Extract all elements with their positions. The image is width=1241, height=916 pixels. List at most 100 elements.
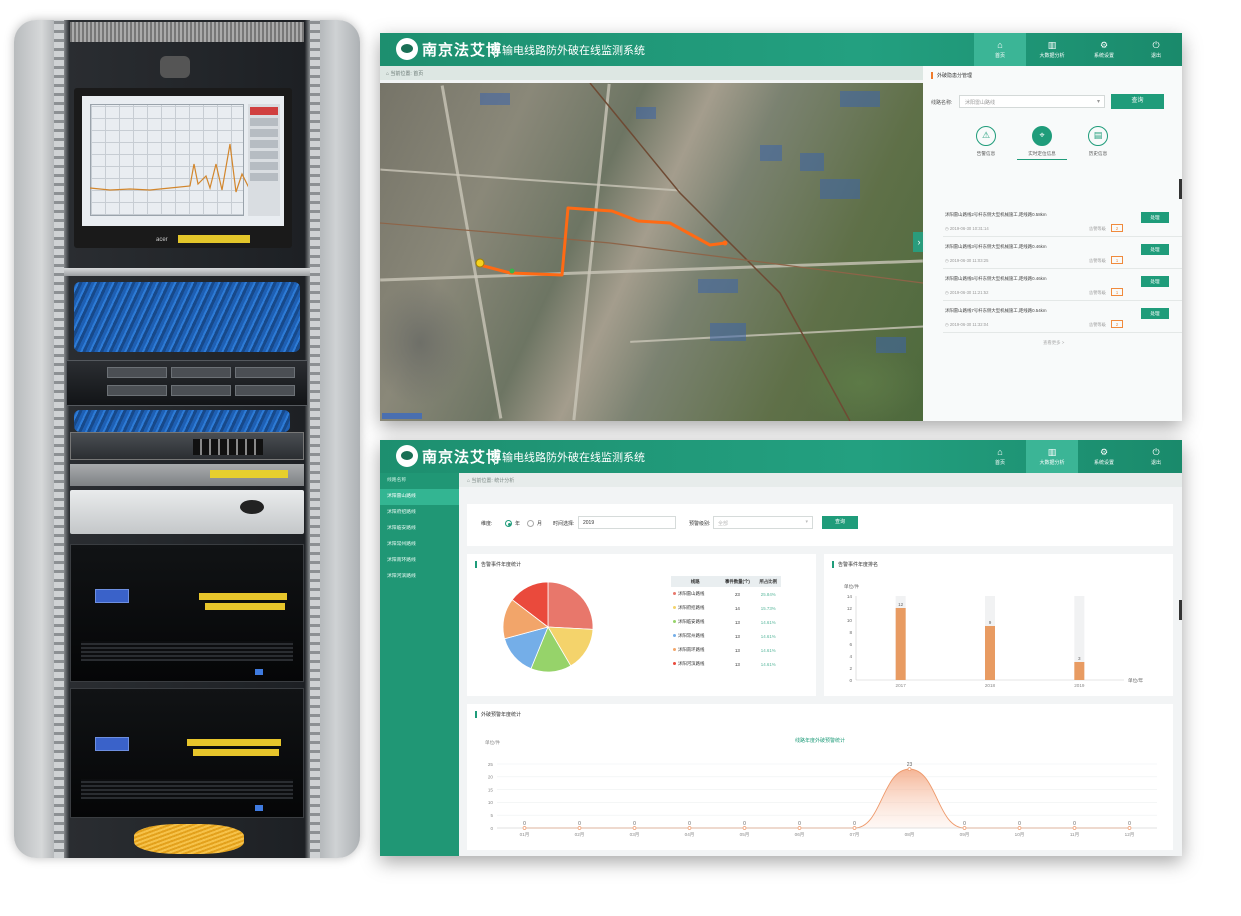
panel-query-button[interactable]: 查询	[1111, 94, 1164, 109]
table-header: 所占比例	[755, 576, 781, 587]
legend-percent: 14.61%	[760, 619, 776, 625]
panel-title: 外破隐患分管理	[931, 72, 972, 79]
legend-name: 沭阳临安路线	[678, 619, 705, 624]
legend-name: 沭阳河滨路线	[678, 661, 705, 666]
monitoring-host-1	[70, 544, 304, 682]
time-select-input[interactable]: 2019	[578, 516, 676, 529]
sidebar-heading: 线路名称	[387, 478, 407, 483]
legend-value: 13	[734, 619, 740, 625]
data-label: 0	[743, 821, 746, 827]
bar-value-label: 12	[898, 602, 904, 607]
pie-legend-table: 线路 事件数量(个) 所占比例 沭阳雷山路线 23 25.84% 沭阳府招路线 14 15…	[671, 576, 781, 671]
area-chart-title: 线路年度外破预警统计	[795, 737, 845, 744]
sidebar-item-line[interactable]: 沭阳常州路线	[380, 537, 459, 553]
nav-logout[interactable]: ⏻ 退出	[1130, 440, 1182, 473]
y-tick-label: 5	[490, 813, 493, 818]
nav-big-data[interactable]: ▥ 大数据分析	[1026, 33, 1078, 66]
data-label: 0	[578, 821, 581, 827]
alert-item: 沭阳雷山路线3号杆东侧大型机械施工,距线路0.46km ◷ 2019-06-30…	[943, 244, 1182, 270]
handle-button[interactable]: 处理	[1141, 276, 1169, 287]
y-axis-label: 单位/件	[844, 583, 859, 590]
tab-realtime-location[interactable]: ⌖ 实时定位信息	[1017, 126, 1067, 160]
x-tick-label: 06月	[795, 832, 805, 838]
map-marker-start	[475, 258, 485, 268]
stats-query-button[interactable]: 查询	[822, 516, 858, 529]
bar-chart-card: 告警事件年度排名 单位/件 单位/年 0 2 4 6 8 10 12 14 12 2017 9 2018 3…	[824, 554, 1173, 696]
area-chart: 线路年度外破预警统计 单位/件 0 5 10 15 20 25 0 01月 0 02月 0 03月 0 04月…	[485, 737, 1157, 838]
legend-value: 14	[734, 605, 740, 611]
company-logo-icon	[396, 38, 418, 60]
series-line	[524, 768, 1130, 829]
y-tick-label: 10	[847, 618, 853, 623]
x-tick-label: 05月	[740, 832, 750, 838]
nav-home[interactable]: ⌂ 首页	[974, 33, 1026, 66]
bar	[1074, 662, 1085, 680]
legend-percent: 14.61%	[760, 661, 776, 667]
y-tick-label: 8	[849, 630, 852, 635]
bar-value-label: 9	[989, 620, 992, 625]
rack-console-panel	[70, 464, 304, 486]
pie-chart	[502, 581, 594, 673]
table-row: 沭阳临安路线 13 14.61%	[671, 615, 781, 629]
sidebar-item-line[interactable]: 沭阳雷山路线	[380, 489, 459, 505]
x-tick-label: 08月	[905, 832, 915, 838]
x-tick-label: 10月	[1015, 832, 1025, 838]
scrollbar-handle[interactable]	[1179, 179, 1182, 199]
nav-logout[interactable]: ⏻ 退出	[1130, 33, 1182, 66]
clock-icon: ◷ 2019-06-30 11:21:52	[945, 290, 989, 295]
legend-percent: 15.73%	[760, 605, 776, 611]
line-name-select[interactable]: 沭阳雷山路线	[959, 95, 1105, 108]
nav-settings[interactable]: ⚙ 系统设置	[1078, 33, 1130, 66]
y-axis-label: 单位/件	[485, 739, 500, 746]
area-chart-card: 外破预警年度统计 线路年度外破预警统计 单位/件 0 5 10 15 20 25 0 01月 0 02…	[467, 704, 1173, 850]
monitoring-host-2	[70, 688, 304, 818]
monitor-waveform	[90, 143, 250, 193]
breadcrumb: ⌂ 当前位置: 统计分析	[459, 473, 1182, 487]
server-rack-photo: acer	[14, 20, 360, 858]
tab-history[interactable]: ▤ 历史信息	[1073, 126, 1123, 157]
handle-button[interactable]: 处理	[1141, 308, 1169, 319]
x-tick-label: 04月	[685, 832, 695, 838]
keyboard-tray	[70, 490, 304, 534]
sidebar-item-line[interactable]: 沭阳临安路线	[380, 521, 459, 537]
scrollbar-handle[interactable]	[1179, 600, 1182, 620]
brand-name: 南京法艾博	[422, 449, 503, 466]
radio-month[interactable]	[527, 520, 534, 527]
view-more-link[interactable]: 查看更多 >	[1043, 340, 1064, 346]
sidebar-item-line[interactable]: 沭阳河滨路线	[380, 569, 459, 585]
x-tick-label: 09月	[960, 832, 970, 838]
legend-name: 沭阳常州路线	[678, 633, 705, 638]
pie-slice	[547, 581, 594, 630]
bar-chart-icon: ▥	[1047, 40, 1057, 50]
data-label: 0	[798, 821, 801, 827]
handle-button[interactable]: 处理	[1141, 244, 1169, 255]
map-screen: 南京法艾博 输电线路防外破在线监测系统 ⌂ 首页 ▥ 大数据分析 ⚙ 系统设置 ⏻ 退出…	[380, 33, 1182, 421]
satellite-map[interactable]	[380, 83, 923, 421]
patch-cables	[74, 410, 290, 432]
nav-settings[interactable]: ⚙ 系统设置	[1078, 440, 1130, 473]
power-icon: ⏻	[1152, 447, 1160, 457]
handle-button[interactable]: 处理	[1141, 212, 1169, 223]
sidebar-item-line[interactable]: 沭阳南环路线	[380, 553, 459, 569]
rack-camera	[160, 56, 190, 78]
area-fill	[524, 769, 1130, 828]
radio-year[interactable]	[505, 520, 512, 527]
clock-icon: ◷ 2019-06-30 10:31:14	[945, 226, 989, 231]
rack-monitor: acer	[74, 88, 292, 248]
table-row: 沭阳府招路线 14 15.73%	[671, 601, 781, 615]
nav-big-data[interactable]: ▥ 大数据分析	[1026, 440, 1078, 473]
rack-rail-right	[310, 20, 320, 858]
data-label: 0	[688, 821, 691, 827]
company-logo-icon	[396, 445, 418, 467]
table-row: 沭阳常州路线 13 14.61%	[671, 629, 781, 643]
alert-level-select[interactable]: 全部 ▾	[713, 516, 813, 529]
alert-level-badge: 2	[1111, 320, 1123, 328]
table-header: 线路	[671, 576, 720, 587]
sidebar-item-line[interactable]: 沭阳府招路线	[380, 505, 459, 521]
line-name-label: 线路名称:	[931, 100, 953, 106]
nav-home[interactable]: ⌂ 首页	[974, 440, 1026, 473]
tab-alert-info[interactable]: ⚠ 告警信息	[961, 126, 1011, 157]
legend-dot	[673, 606, 676, 610]
alert-level-badge: 1	[1111, 256, 1123, 264]
home-icon: ⌂	[997, 447, 1003, 457]
